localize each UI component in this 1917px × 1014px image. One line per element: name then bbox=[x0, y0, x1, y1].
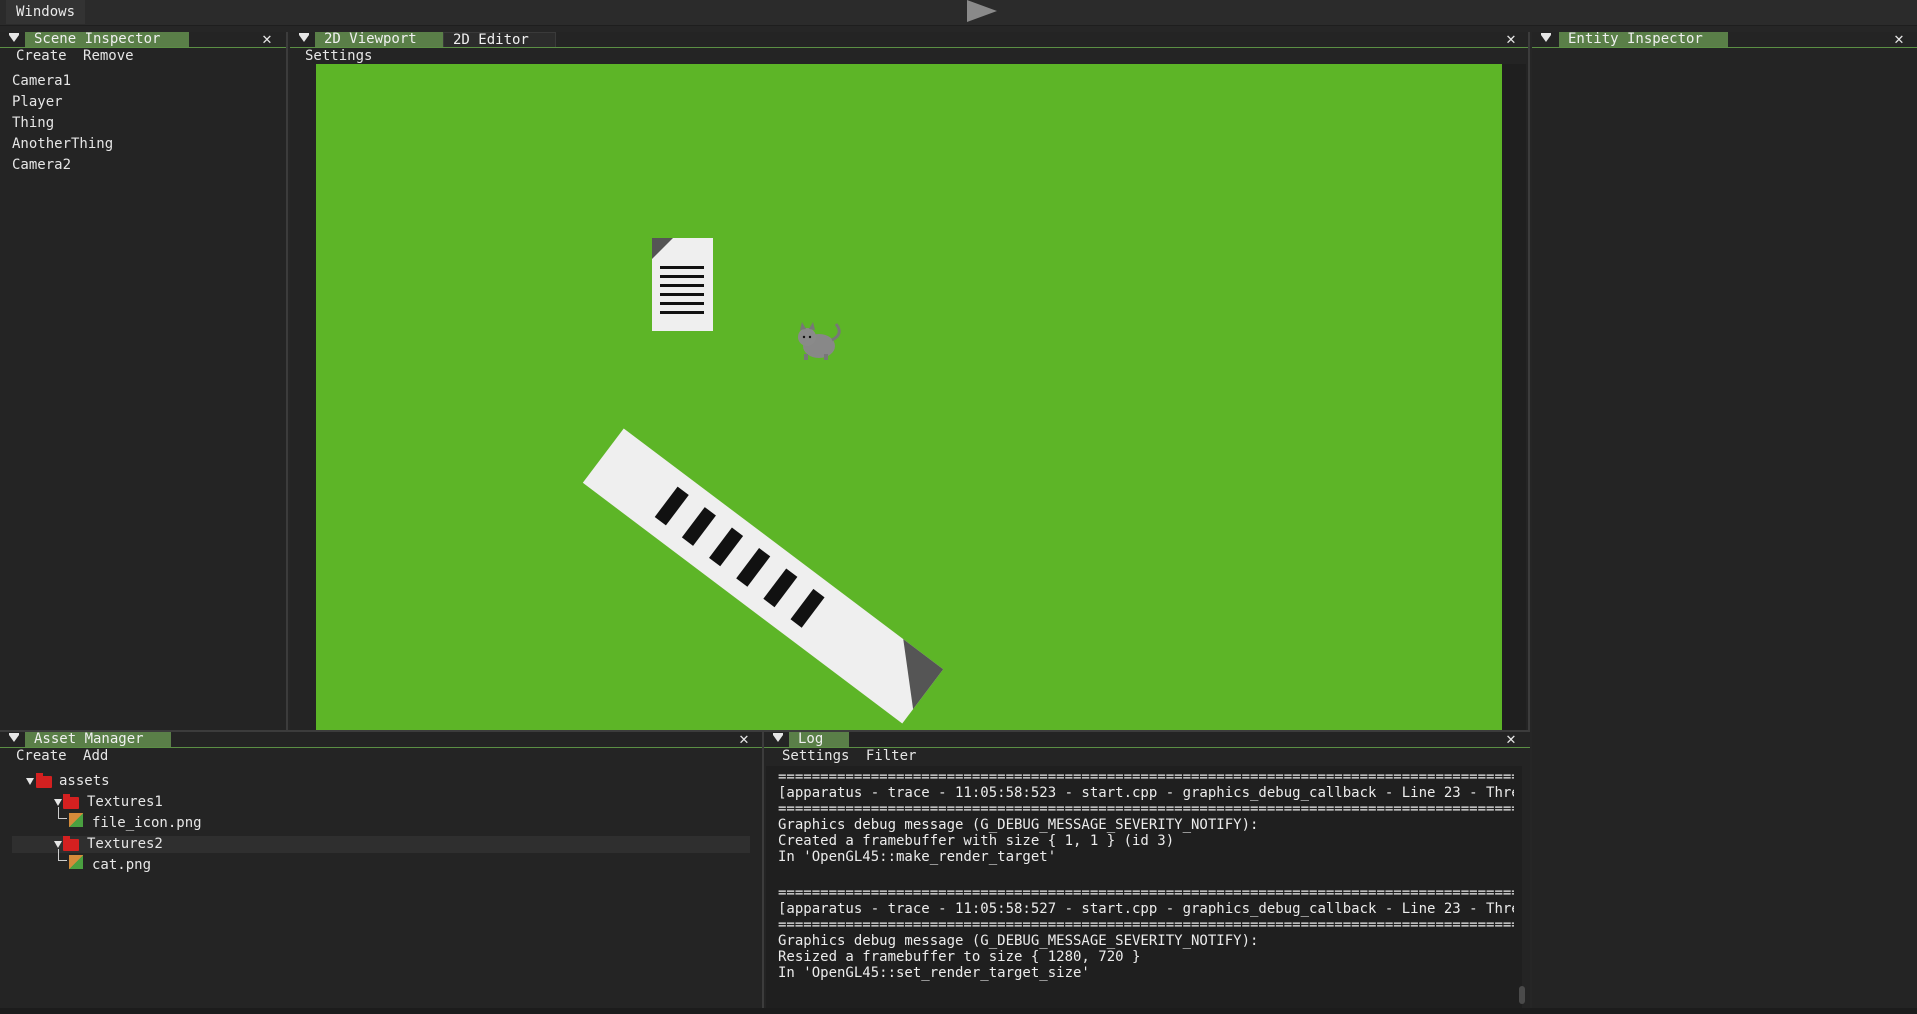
scene-inspector-menu: Create Remove bbox=[0, 48, 286, 65]
viewport-scrollbar[interactable] bbox=[1502, 64, 1526, 730]
log-line: [apparatus - trace - 11:05:58:523 - star… bbox=[778, 785, 1514, 801]
tree-item-textures1[interactable]: Textures1 bbox=[87, 792, 163, 812]
image-file-icon bbox=[69, 813, 83, 827]
close-icon[interactable]: ✕ bbox=[1504, 31, 1518, 47]
scene-inspector-panel: Scene Inspector ✕ Create Remove Camera1 … bbox=[0, 31, 286, 730]
menu-bar: Windows bbox=[0, 0, 1917, 26]
panel-divider[interactable] bbox=[1528, 32, 1530, 730]
rotated-file-sprite bbox=[582, 428, 944, 724]
folder-icon bbox=[36, 773, 52, 788]
windows-menu[interactable]: Windows bbox=[6, 0, 86, 24]
tab-scene-inspector[interactable]: Scene Inspector bbox=[25, 32, 189, 47]
log-line: ========================================… bbox=[778, 801, 1514, 817]
log-line: In 'OpenGL45::make_render_target' bbox=[778, 849, 1057, 865]
asset-manager-menu: Create Add bbox=[0, 748, 762, 765]
asset-manager-panel: Asset Manager ✕ Create Add assets Textur… bbox=[0, 731, 762, 1008]
collapse-icon[interactable] bbox=[299, 33, 309, 42]
entity-inspector-tabbar: Entity Inspector ✕ bbox=[1532, 31, 1917, 48]
collapse-icon[interactable] bbox=[9, 733, 19, 742]
log-line: ========================================… bbox=[778, 885, 1514, 901]
scene-viewport[interactable] bbox=[316, 64, 1502, 730]
tab-entity-inspector[interactable]: Entity Inspector bbox=[1559, 32, 1728, 47]
panel-divider[interactable] bbox=[286, 32, 288, 730]
close-icon[interactable]: ✕ bbox=[1504, 731, 1518, 747]
log-menu: Settings Filter bbox=[764, 748, 1530, 765]
log-line: Graphics debug message (G_DEBUG_MESSAGE_… bbox=[778, 817, 1259, 833]
tab-2d-viewport[interactable]: 2D Viewport bbox=[315, 32, 443, 47]
entity-item-camera1[interactable]: Camera1 bbox=[12, 71, 71, 91]
scene-inspector-tabbar: Scene Inspector ✕ bbox=[0, 31, 286, 48]
entity-inspector-panel: Entity Inspector ✕ bbox=[1532, 31, 1917, 1012]
log-settings-button[interactable]: Settings bbox=[782, 748, 849, 765]
create-asset-button[interactable]: Create bbox=[16, 748, 67, 765]
tab-2d-editor[interactable]: 2D Editor bbox=[443, 32, 556, 48]
viewport-menu: Settings bbox=[290, 48, 1530, 65]
expand-icon[interactable] bbox=[26, 778, 34, 785]
collapse-icon[interactable] bbox=[9, 33, 19, 42]
entity-item-anotherthing[interactable]: AnotherThing bbox=[12, 134, 113, 154]
log-line: Created a framebuffer with size { 1, 1 }… bbox=[778, 833, 1175, 849]
tab-asset-manager[interactable]: Asset Manager bbox=[25, 732, 171, 747]
log-line: Graphics debug message (G_DEBUG_MESSAGE_… bbox=[778, 933, 1259, 949]
tree-item-cat-png[interactable]: cat.png bbox=[92, 855, 151, 875]
remove-entity-button[interactable]: Remove bbox=[83, 48, 134, 65]
log-filter-button[interactable]: Filter bbox=[866, 748, 917, 765]
tree-connector bbox=[58, 849, 67, 861]
viewport-settings-button[interactable]: Settings bbox=[305, 48, 372, 65]
log-line: ========================================… bbox=[778, 917, 1514, 933]
status-bar bbox=[0, 1008, 1917, 1014]
expand-icon[interactable] bbox=[54, 841, 62, 848]
tree-item-textures2[interactable]: Textures2 bbox=[87, 834, 163, 854]
image-file-icon bbox=[69, 855, 83, 869]
log-scrollbar[interactable] bbox=[1519, 986, 1525, 1004]
log-line: ========================================… bbox=[778, 769, 1514, 785]
log-line: Resized a framebuffer to size { 1280, 72… bbox=[778, 949, 1141, 965]
play-icon[interactable] bbox=[967, 0, 997, 22]
file-icon-sprite bbox=[652, 238, 713, 331]
log-line: In 'OpenGL45::set_render_target_size' bbox=[778, 965, 1090, 981]
log-line: [apparatus - trace - 11:05:58:527 - star… bbox=[778, 901, 1514, 917]
tab-log[interactable]: Log bbox=[789, 732, 849, 747]
close-icon[interactable]: ✕ bbox=[1892, 31, 1906, 47]
cat-sprite bbox=[798, 322, 841, 360]
tree-connector bbox=[58, 807, 67, 819]
collapse-icon[interactable] bbox=[1541, 33, 1551, 42]
entity-item-thing[interactable]: Thing bbox=[12, 113, 54, 133]
close-icon[interactable]: ✕ bbox=[260, 31, 274, 47]
tree-item-assets[interactable]: assets bbox=[59, 771, 110, 791]
collapse-icon[interactable] bbox=[773, 733, 783, 742]
create-entity-button[interactable]: Create bbox=[16, 48, 67, 65]
add-asset-button[interactable]: Add bbox=[83, 748, 108, 765]
viewport-tabbar: 2D Viewport 2D Editor ✕ bbox=[290, 31, 1530, 48]
asset-manager-tabbar: Asset Manager ✕ bbox=[0, 731, 762, 748]
tree-item-file-icon-png[interactable]: file_icon.png bbox=[92, 813, 202, 833]
expand-icon[interactable] bbox=[54, 799, 62, 806]
close-icon[interactable]: ✕ bbox=[737, 731, 751, 747]
entity-item-player[interactable]: Player bbox=[12, 92, 63, 112]
entity-item-camera2[interactable]: Camera2 bbox=[12, 155, 71, 175]
log-tabbar: Log ✕ bbox=[764, 731, 1530, 748]
scene-render bbox=[582, 238, 944, 724]
